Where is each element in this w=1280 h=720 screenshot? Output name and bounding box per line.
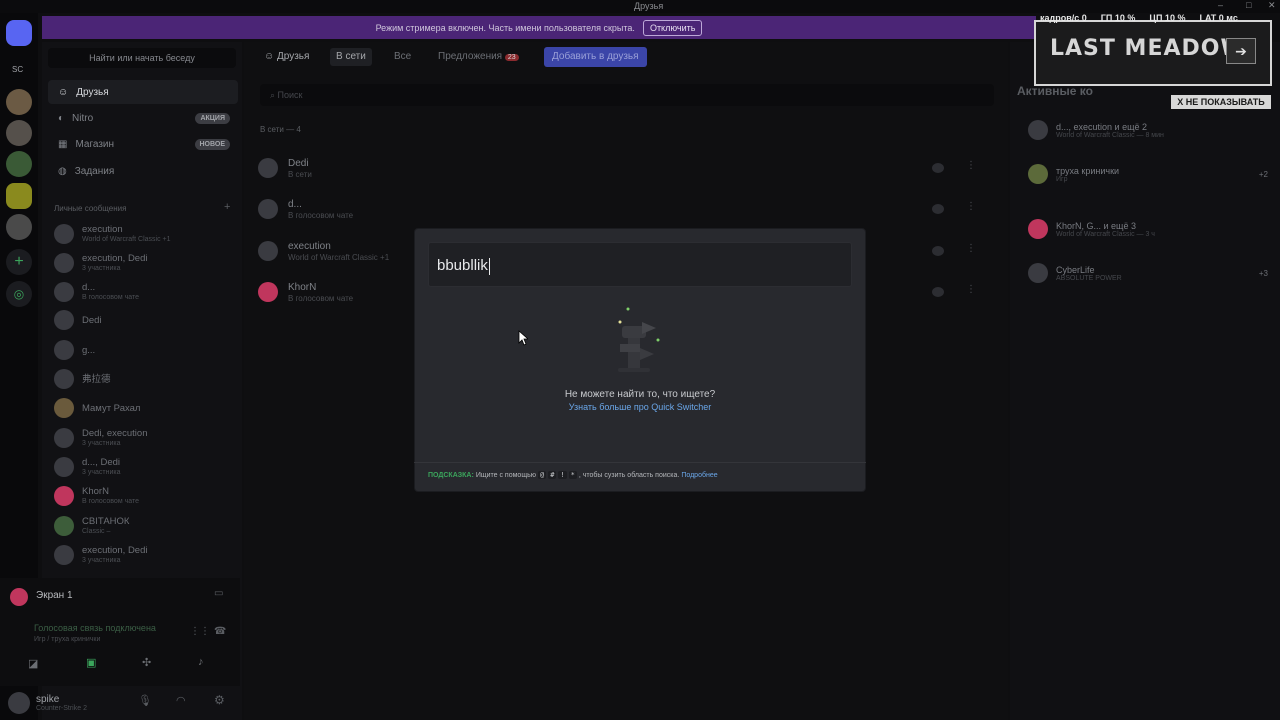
tip-key: !: [558, 471, 567, 479]
tip-divider: [414, 462, 866, 463]
tip-key: *: [568, 471, 577, 479]
tip-label: ПОДСКАЗКА:: [428, 471, 474, 479]
search-tip: ПОДСКАЗКА: Ищите с помощью @ # ! * , что…: [428, 471, 718, 479]
tip-more-link[interactable]: Подробнее: [681, 472, 717, 479]
text-caret: [488, 257, 490, 275]
tip-key: @: [537, 471, 547, 479]
quick-switcher-input[interactable]: bbubllik: [428, 242, 852, 287]
input-value: bbubllik: [437, 257, 488, 274]
empty-state-title: Не можете найти то, что ищете?: [564, 389, 716, 400]
tip-text: Ищите с помощью: [475, 471, 536, 479]
learn-more-link[interactable]: Узнать больше про Quick Switcher: [414, 402, 866, 412]
tip-key: #: [548, 471, 557, 479]
lost-mascot-icon: [618, 307, 660, 372]
mouse-cursor-icon: [518, 330, 528, 346]
tip-text: , чтобы сузить область поиска.: [578, 471, 680, 479]
